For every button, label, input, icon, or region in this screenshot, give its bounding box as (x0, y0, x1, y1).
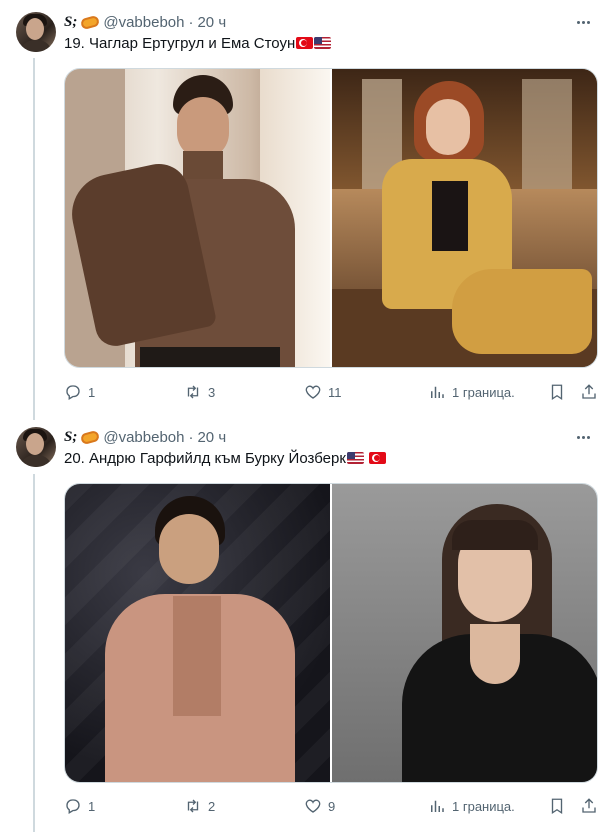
heart-icon (305, 385, 321, 399)
handle[interactable]: @vabbeboh (103, 14, 184, 31)
tweet-text-content: 19. Чаглар Ертугрул и Ема Стоун (64, 35, 296, 52)
heart-icon (305, 799, 321, 813)
reply-button[interactable]: 1 (64, 382, 95, 402)
display-name[interactable]: S; (64, 14, 77, 31)
photo-woman-yellow-suit[interactable] (332, 69, 597, 367)
photo-woman-black-dress[interactable] (332, 484, 597, 782)
views-count: 1 границa. (452, 798, 515, 814)
usa-flag-icon (314, 37, 332, 49)
tweet-text: 20. Андрю Гарфийлд към Бурку Йозберк (64, 449, 387, 469)
tweet-text-content: 20. Андрю Гарфийлд към Бурку Йозберк (64, 450, 346, 467)
separator-dot: · (188, 13, 194, 31)
more-icon[interactable] (573, 12, 593, 32)
retweet-icon (187, 799, 199, 813)
like-count: 11 (328, 384, 342, 400)
retweet-button[interactable]: 2 (184, 796, 215, 816)
reply-count: 1 (88, 798, 96, 814)
tweet[interactable]: S; @vabbeboh · 20 ч 20. Андрю Гарфийлд к… (0, 427, 613, 827)
retweet-icon (187, 385, 199, 399)
usa-flag-icon (346, 452, 364, 464)
bookmark-icon (551, 798, 563, 815)
like-count: 9 (328, 798, 336, 814)
views-button[interactable]: 1 границa. (428, 382, 515, 402)
tweet-header: S; @vabbeboh · 20 ч (64, 427, 226, 447)
photo-man-brown-turtleneck[interactable] (65, 69, 330, 367)
share-icon (582, 384, 596, 399)
timestamp[interactable]: 20 ч (197, 14, 226, 31)
reply-icon (66, 799, 80, 814)
handle[interactable]: @vabbeboh (103, 429, 184, 446)
tweet-header: S; @vabbeboh · 20 ч (64, 12, 226, 32)
turkey-flag-icon (369, 452, 387, 464)
photo-man-pink-suit[interactable] (65, 484, 330, 782)
reply-icon (66, 385, 80, 400)
display-name[interactable]: S; (64, 429, 77, 446)
share-icon (582, 798, 596, 813)
tweet-media[interactable] (64, 483, 598, 783)
tweet[interactable]: S; @vabbeboh · 20 ч 19. Чаглар Ертугрул … (0, 12, 613, 412)
separator-dot: · (188, 428, 194, 446)
tweet-actions: 1 2 9 1 границa. (64, 796, 598, 816)
tweet-media[interactable] (64, 68, 598, 368)
bookmark-button[interactable] (548, 382, 566, 402)
turkey-flag-icon (296, 37, 314, 49)
bagel-icon (80, 14, 101, 30)
tweet-text: 19. Чаглар Ертугрул и Ема Стоун (64, 34, 332, 54)
reply-button[interactable]: 1 (64, 796, 95, 816)
views-count: 1 границa. (452, 384, 515, 400)
analytics-icon (431, 800, 444, 812)
like-button[interactable]: 11 (304, 382, 342, 402)
tweet-actions: 1 3 11 1 границa. (64, 382, 598, 402)
share-button[interactable] (580, 796, 598, 816)
avatar[interactable] (16, 427, 56, 467)
bookmark-button[interactable] (548, 796, 566, 816)
analytics-icon (431, 386, 444, 398)
retweet-button[interactable]: 3 (184, 382, 215, 402)
reply-count: 1 (88, 384, 96, 400)
retweet-count: 2 (208, 798, 216, 814)
bagel-icon (80, 429, 101, 445)
avatar[interactable] (16, 12, 56, 52)
retweet-count: 3 (208, 384, 216, 400)
backdrop-logo (265, 494, 330, 574)
bookmark-icon (551, 384, 563, 401)
like-button[interactable]: 9 (304, 796, 335, 816)
more-icon[interactable] (573, 427, 593, 447)
views-button[interactable]: 1 границa. (428, 796, 515, 816)
timestamp[interactable]: 20 ч (197, 429, 226, 446)
share-button[interactable] (580, 382, 598, 402)
